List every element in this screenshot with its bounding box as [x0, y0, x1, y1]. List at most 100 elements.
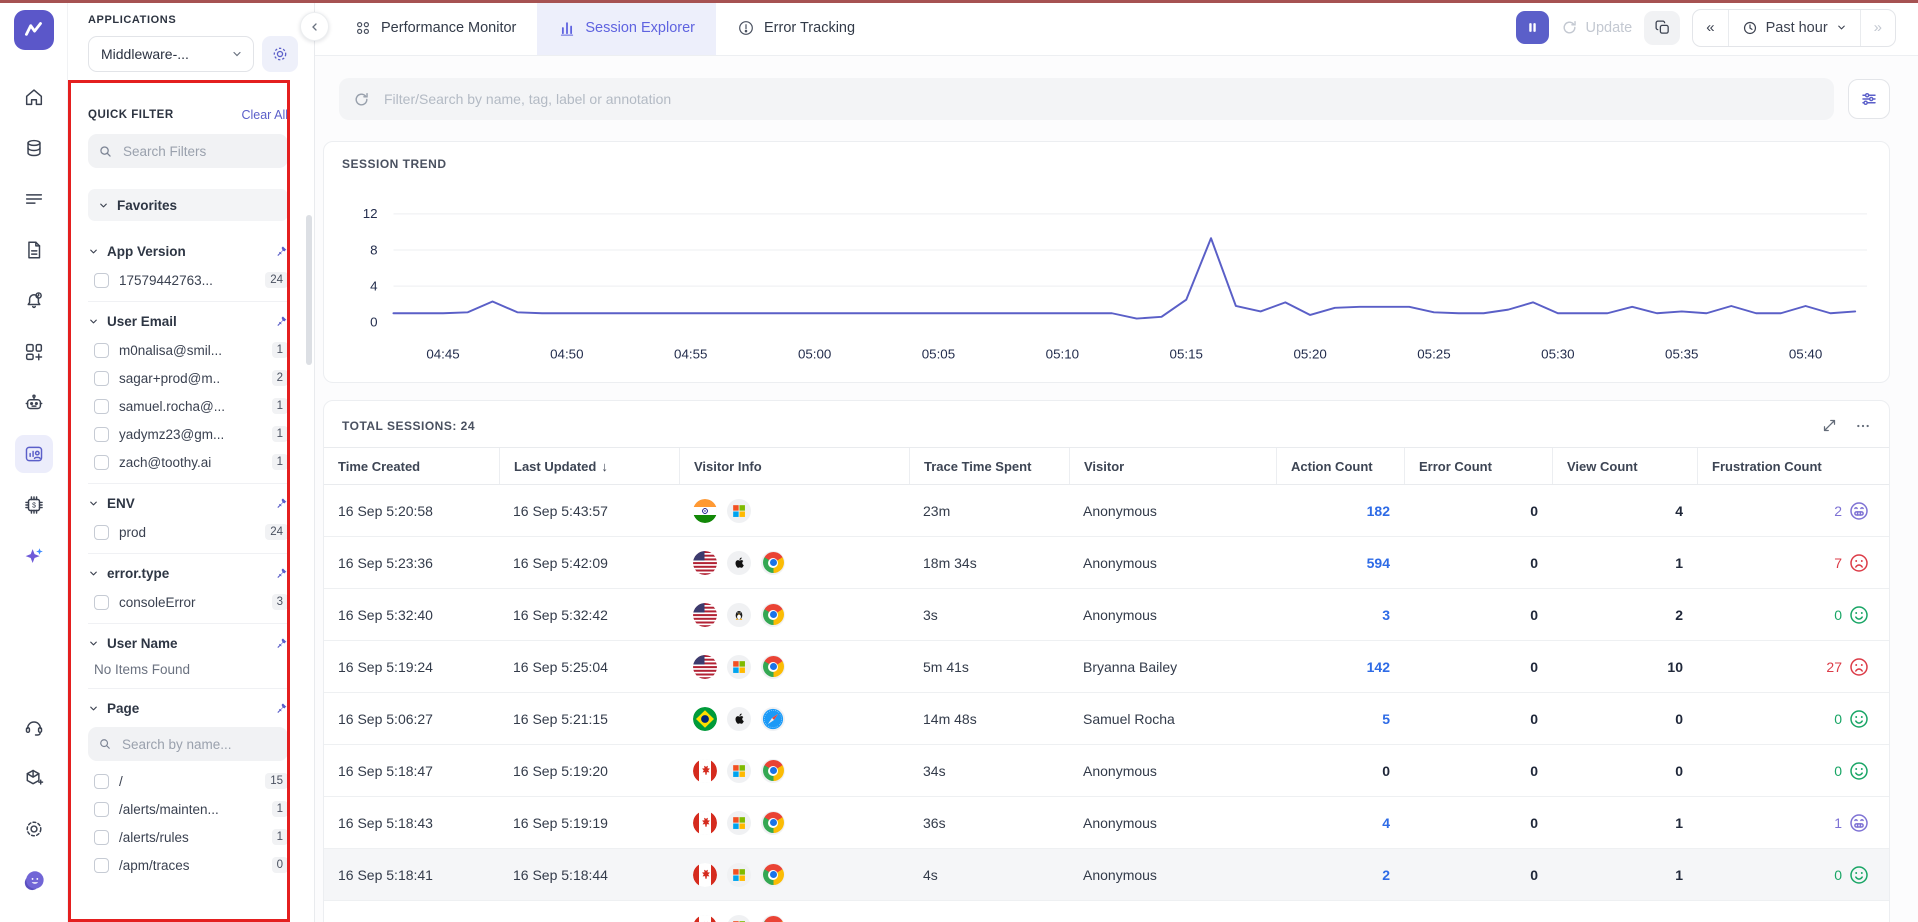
column-header-visitor[interactable]: Visitor — [1069, 448, 1276, 484]
error-count-cell: 0 — [1404, 659, 1552, 675]
sidebar-collapse-button[interactable] — [300, 12, 329, 41]
tab-performance-monitor[interactable]: Performance Monitor — [333, 0, 537, 55]
tab-error-tracking[interactable]: Error Tracking — [716, 0, 876, 55]
more-options-button[interactable] — [1855, 418, 1871, 434]
pause-icon — [1526, 21, 1539, 34]
expand-button[interactable] — [1822, 418, 1837, 434]
rail-item-integrations-icon[interactable] — [15, 759, 53, 797]
checkbox[interactable] — [94, 858, 109, 873]
filter-search-box[interactable] — [88, 134, 288, 168]
action-count-link[interactable]: 182 — [1367, 503, 1390, 519]
frustration-count-cell: 1 — [1697, 813, 1883, 833]
canada-flag-icon — [693, 863, 717, 887]
time-range-back-button[interactable]: « — [1693, 10, 1727, 46]
checkbox[interactable] — [94, 525, 109, 540]
session-row[interactable]: 16 Sep 5:23:3616 Sep 5:42:0918m 34sAnony… — [324, 537, 1889, 589]
column-header-action-count[interactable]: Action Count — [1276, 448, 1404, 484]
rail-item-documents-icon[interactable] — [15, 231, 53, 269]
checkbox[interactable] — [94, 774, 109, 789]
visitor-info-cell — [679, 811, 909, 835]
session-row[interactable]: 16 Sep 5:20:5816 Sep 5:43:5723mAnonymous… — [324, 485, 1889, 537]
rail-item-alerts-icon[interactable] — [15, 282, 53, 320]
section-header[interactable]: User Email — [88, 311, 288, 332]
action-count-link[interactable]: 4 — [1382, 815, 1390, 831]
rail-item-settings-icon[interactable] — [15, 810, 53, 848]
column-header-last-updated[interactable]: Last Updated↓ — [499, 448, 679, 484]
session-row[interactable]: 16 Sep 5:19:2416 Sep 5:25:045m 41sBryann… — [324, 641, 1889, 693]
section-header[interactable]: Page — [88, 698, 288, 719]
checkbox[interactable] — [94, 399, 109, 414]
rail-item-profile-icon[interactable] — [15, 861, 53, 899]
column-header-view-count[interactable]: View Count — [1552, 448, 1697, 484]
windows-icon — [727, 655, 751, 679]
rail-item-ai-spark-icon[interactable] — [15, 537, 53, 575]
application-selector[interactable]: Middleware-... — [88, 36, 254, 72]
pin-button[interactable] — [275, 702, 288, 715]
tab-session-explorer[interactable]: Session Explorer — [537, 0, 716, 55]
pin-button[interactable] — [275, 245, 288, 258]
session-trend-chart[interactable]: 0481204:4504:5004:5505:0005:0505:1005:15… — [342, 175, 1871, 376]
rail-item-session-replay-icon[interactable] — [15, 435, 53, 473]
session-row[interactable]: 16 Sep 5:18:4116 Sep 5:18:444sAnonymous2… — [324, 849, 1889, 901]
section-search-box[interactable] — [88, 727, 288, 761]
action-count-link[interactable]: 594 — [1367, 555, 1390, 571]
rail-item-processor-cost-icon[interactable]: $ — [15, 486, 53, 524]
checkbox[interactable] — [94, 273, 109, 288]
action-count-link[interactable]: 142 — [1367, 659, 1390, 675]
column-header-visitor-info[interactable]: Visitor Info — [679, 448, 909, 484]
advanced-filter-button[interactable] — [1848, 79, 1890, 119]
session-row[interactable]: 16 Sep 5:18:4316 Sep 5:19:1936sAnonymous… — [324, 797, 1889, 849]
checkbox[interactable] — [94, 802, 109, 817]
checkbox[interactable] — [94, 830, 109, 845]
action-count-link[interactable]: 3 — [1382, 607, 1390, 623]
section-search-input[interactable] — [120, 736, 250, 753]
svg-text:04:45: 04:45 — [426, 347, 459, 362]
grid-dots-icon — [354, 19, 372, 37]
pin-button[interactable] — [275, 567, 288, 580]
sidebar-scrollbar[interactable] — [306, 215, 312, 365]
global-filter-input[interactable] — [382, 90, 1820, 108]
checkbox[interactable] — [94, 371, 109, 386]
favorites-section-header[interactable]: Favorites — [88, 189, 288, 221]
filter-search-input[interactable] — [121, 143, 251, 160]
rail-item-home-icon[interactable] — [15, 78, 53, 116]
application-settings-button[interactable] — [262, 36, 298, 72]
checkbox[interactable] — [94, 455, 109, 470]
rail-item-dashboards-icon[interactable] — [15, 333, 53, 371]
pause-button[interactable] — [1516, 11, 1549, 44]
session-row[interactable] — [324, 901, 1889, 922]
section-header[interactable]: error.type — [88, 563, 288, 584]
error-count-cell: 0 — [1404, 763, 1552, 779]
session-row[interactable]: 16 Sep 5:06:2716 Sep 5:21:1514m 48sSamue… — [324, 693, 1889, 745]
action-count-link[interactable]: 5 — [1382, 711, 1390, 727]
column-header-frustration-count[interactable]: Frustration Count — [1697, 448, 1883, 484]
time-range-forward-button[interactable]: » — [1860, 10, 1895, 46]
column-header-time-created[interactable]: Time Created — [324, 448, 499, 484]
session-row[interactable]: 16 Sep 5:18:4716 Sep 5:19:2034sAnonymous… — [324, 745, 1889, 797]
section-header[interactable]: ENV — [88, 493, 288, 514]
section-header[interactable]: User Name — [88, 633, 288, 654]
column-header-error-count[interactable]: Error Count — [1404, 448, 1552, 484]
rail-item-assistant-icon[interactable] — [15, 384, 53, 422]
copy-icon — [1654, 19, 1671, 36]
middleware-logo-icon[interactable] — [14, 10, 54, 50]
rail-item-support-icon[interactable] — [15, 708, 53, 746]
checkbox[interactable] — [94, 427, 109, 442]
checkbox[interactable] — [94, 595, 109, 610]
svg-text:05:40: 05:40 — [1789, 347, 1822, 362]
column-header-trace-time-spent[interactable]: Trace Time Spent — [909, 448, 1069, 484]
global-filter-bar[interactable] — [339, 78, 1834, 120]
action-count-link[interactable]: 2 — [1382, 867, 1390, 883]
rail-item-infrastructure-icon[interactable] — [15, 129, 53, 167]
checkbox[interactable] — [94, 343, 109, 358]
session-row[interactable]: 16 Sep 5:32:4016 Sep 5:32:423sAnonymous3… — [324, 589, 1889, 641]
clear-all-link[interactable]: Clear All — [241, 108, 288, 122]
pin-button[interactable] — [275, 497, 288, 510]
section-header[interactable]: App Version — [88, 241, 288, 262]
pin-button[interactable] — [275, 315, 288, 328]
pin-button[interactable] — [275, 637, 288, 650]
copy-button[interactable] — [1644, 11, 1680, 45]
rail-item-logs-icon[interactable] — [15, 180, 53, 218]
time-range-selector[interactable]: Past hour — [1728, 10, 1860, 46]
update-button[interactable]: Update — [1561, 19, 1632, 36]
